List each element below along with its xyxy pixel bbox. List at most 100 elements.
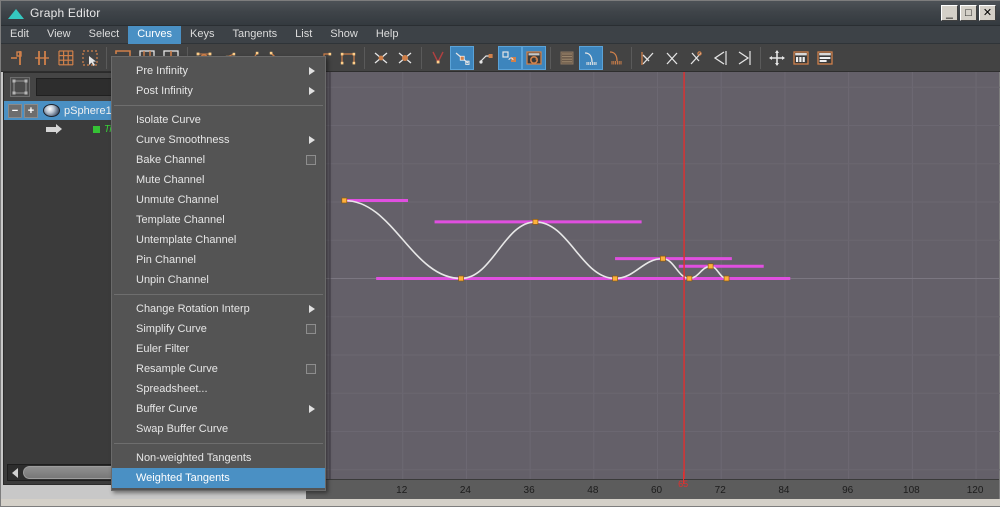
normalize-curves-icon[interactable] [765, 46, 789, 70]
snap-keys-icon[interactable] [603, 46, 627, 70]
menu-item-mute-channel[interactable]: Mute Channel [112, 170, 325, 190]
graph-view[interactable]: 2520151050-5-10-15-20-25 [306, 72, 1000, 485]
menu-item-unpin-channel[interactable]: Unpin Channel [112, 270, 325, 290]
insert-keys-icon[interactable] [30, 46, 54, 70]
unify-tangents-icon[interactable] [393, 46, 417, 70]
menu-separator [114, 443, 323, 444]
toolbar-separator [631, 46, 632, 69]
menu-help[interactable]: Help [367, 26, 408, 44]
expand-icon[interactable]: + [24, 103, 38, 118]
toolbar-separator [760, 46, 761, 69]
animation-curve[interactable] [344, 199, 727, 280]
menu-item-spreadsheet[interactable]: Spreadsheet... [112, 379, 325, 399]
menu-select[interactable]: Select [80, 26, 129, 44]
keyframe-marker[interactable] [458, 275, 464, 282]
menu-item-pre-infinity[interactable]: Pre Infinity [112, 61, 325, 81]
buffer-curve-snapshot-icon[interactable] [555, 46, 579, 70]
window-title: Graph Editor [30, 6, 101, 20]
menu-item-bake-channel[interactable]: Bake Channel [112, 150, 325, 170]
menu-item-pin-channel[interactable]: Pin Channel [112, 250, 325, 270]
menu-item-post-infinity[interactable]: Post Infinity [112, 81, 325, 101]
stepnext-tangent-icon[interactable] [336, 46, 360, 70]
collapse-icon[interactable]: − [8, 103, 22, 118]
curve-canvas[interactable]: 2520151050-5-10-15-20-25 [307, 72, 1000, 485]
menu-edit[interactable]: Edit [1, 26, 38, 44]
keyframe-marker[interactable] [686, 275, 693, 282]
menu-item-label: Unpin Channel [136, 274, 209, 286]
window-bottom-edge [1, 499, 1000, 506]
menu-item-template-channel[interactable]: Template Channel [112, 210, 325, 230]
option-box-icon[interactable] [306, 324, 316, 334]
post-infinity-cycle-icon[interactable] [660, 46, 684, 70]
x-axis-tick-label: 24 [459, 485, 471, 496]
x-axis-tick-label: 72 [714, 485, 726, 496]
submenu-arrow-icon [309, 136, 315, 144]
free-tangent-weight-icon[interactable] [426, 46, 450, 70]
open-curve-end-icon[interactable] [732, 46, 756, 70]
menu-view[interactable]: View [38, 26, 80, 44]
keyframe-marker[interactable] [659, 255, 666, 262]
submenu-arrow-icon [309, 405, 315, 413]
menu-item-label: Pre Infinity [136, 65, 188, 77]
maximize-button[interactable]: □ [960, 5, 977, 21]
title-bar: Graph Editor _ □ ✕ [1, 1, 1000, 26]
menu-item-non-weighted-tangents[interactable]: Non-weighted Tangents [112, 448, 325, 468]
auto-tangent-icon[interactable] [522, 45, 546, 70]
open-curve-start-icon[interactable] [708, 46, 732, 70]
menu-item-change-rotation-interp[interactable]: Change Rotation Interp [112, 299, 325, 319]
menu-item-label: Buffer Curve [136, 403, 198, 415]
menu-curves[interactable]: Curves [128, 25, 182, 44]
menu-item-unmute-channel[interactable]: Unmute Channel [112, 190, 325, 210]
keyframe-marker[interactable] [341, 197, 348, 204]
menu-item-resample-curve[interactable]: Resample Curve [112, 359, 325, 379]
menu-show[interactable]: Show [321, 26, 367, 44]
scroll-left-icon[interactable] [8, 465, 22, 480]
menu-keys[interactable]: Keys [181, 26, 223, 44]
menu-item-untemplate-channel[interactable]: Untemplate Channel [112, 230, 325, 250]
option-box-icon[interactable] [306, 364, 316, 374]
time-ruler[interactable]: 12 24 36 48 60 72 84 96 108 120 65 [306, 472, 999, 501]
close-button[interactable]: ✕ [979, 5, 996, 21]
denormalize-curves-icon[interactable] [813, 46, 837, 70]
swap-buffer-curve-icon[interactable] [579, 45, 603, 70]
menu-tangents[interactable]: Tangents [224, 26, 287, 44]
menu-item-swap-buffer-curve[interactable]: Swap Buffer Curve [112, 419, 325, 439]
playhead-tick [683, 472, 685, 484]
outliner-filter-icon[interactable] [10, 77, 30, 97]
minimize-icon: _ [946, 5, 953, 19]
x-axis-tick-label: 12 [396, 485, 408, 496]
infinity-toggle-icon[interactable] [684, 46, 708, 70]
lattice-deform-keys-icon[interactable] [54, 46, 78, 70]
free-tangent-length-icon[interactable] [474, 46, 498, 70]
menu-item-label: Simplify Curve [136, 323, 207, 335]
lock-tangent-weight-icon[interactable] [450, 45, 474, 70]
menu-item-curve-smoothness[interactable]: Curve Smoothness [112, 130, 325, 150]
keyframe-marker[interactable] [707, 263, 714, 270]
option-box-icon[interactable] [306, 155, 316, 165]
menu-item-euler-filter[interactable]: Euler Filter [112, 339, 325, 359]
keyframe-marker[interactable] [532, 219, 539, 225]
menu-item-simplify-curve[interactable]: Simplify Curve [112, 319, 325, 339]
x-axis-tick-label: 36 [523, 485, 535, 496]
menu-item-isolate-curve[interactable]: Isolate Curve [112, 110, 325, 130]
submenu-arrow-icon [309, 67, 315, 75]
maximize-icon: □ [965, 7, 972, 19]
move-nearest-picked-key-icon[interactable] [6, 46, 30, 70]
region-keys-icon[interactable] [78, 46, 102, 70]
outliner-item-label: pSphere1 [64, 104, 112, 117]
menu-separator [114, 294, 323, 295]
menu-list[interactable]: List [286, 26, 321, 44]
lock-tangent-length-icon[interactable] [498, 45, 522, 70]
menu-item-buffer-curve[interactable]: Buffer Curve [112, 399, 325, 419]
keyframe-marker[interactable] [612, 275, 618, 282]
curves-dropdown-menu[interactable]: Pre Infinity Post Infinity Isolate Curve Cu… [111, 56, 326, 491]
menu-item-weighted-tangents[interactable]: Weighted Tangents [112, 468, 325, 488]
stacked-curves-icon[interactable] [789, 46, 813, 70]
keyframe-marker[interactable] [723, 275, 730, 282]
menu-item-label: Curve Smoothness [136, 134, 230, 146]
minimize-button[interactable]: _ [941, 5, 958, 21]
pre-infinity-cycle-icon[interactable] [636, 46, 660, 70]
break-tangents-icon[interactable] [369, 46, 393, 70]
menu-item-label: Unmute Channel [136, 194, 219, 206]
x-axis-tick-label: 48 [587, 485, 599, 496]
